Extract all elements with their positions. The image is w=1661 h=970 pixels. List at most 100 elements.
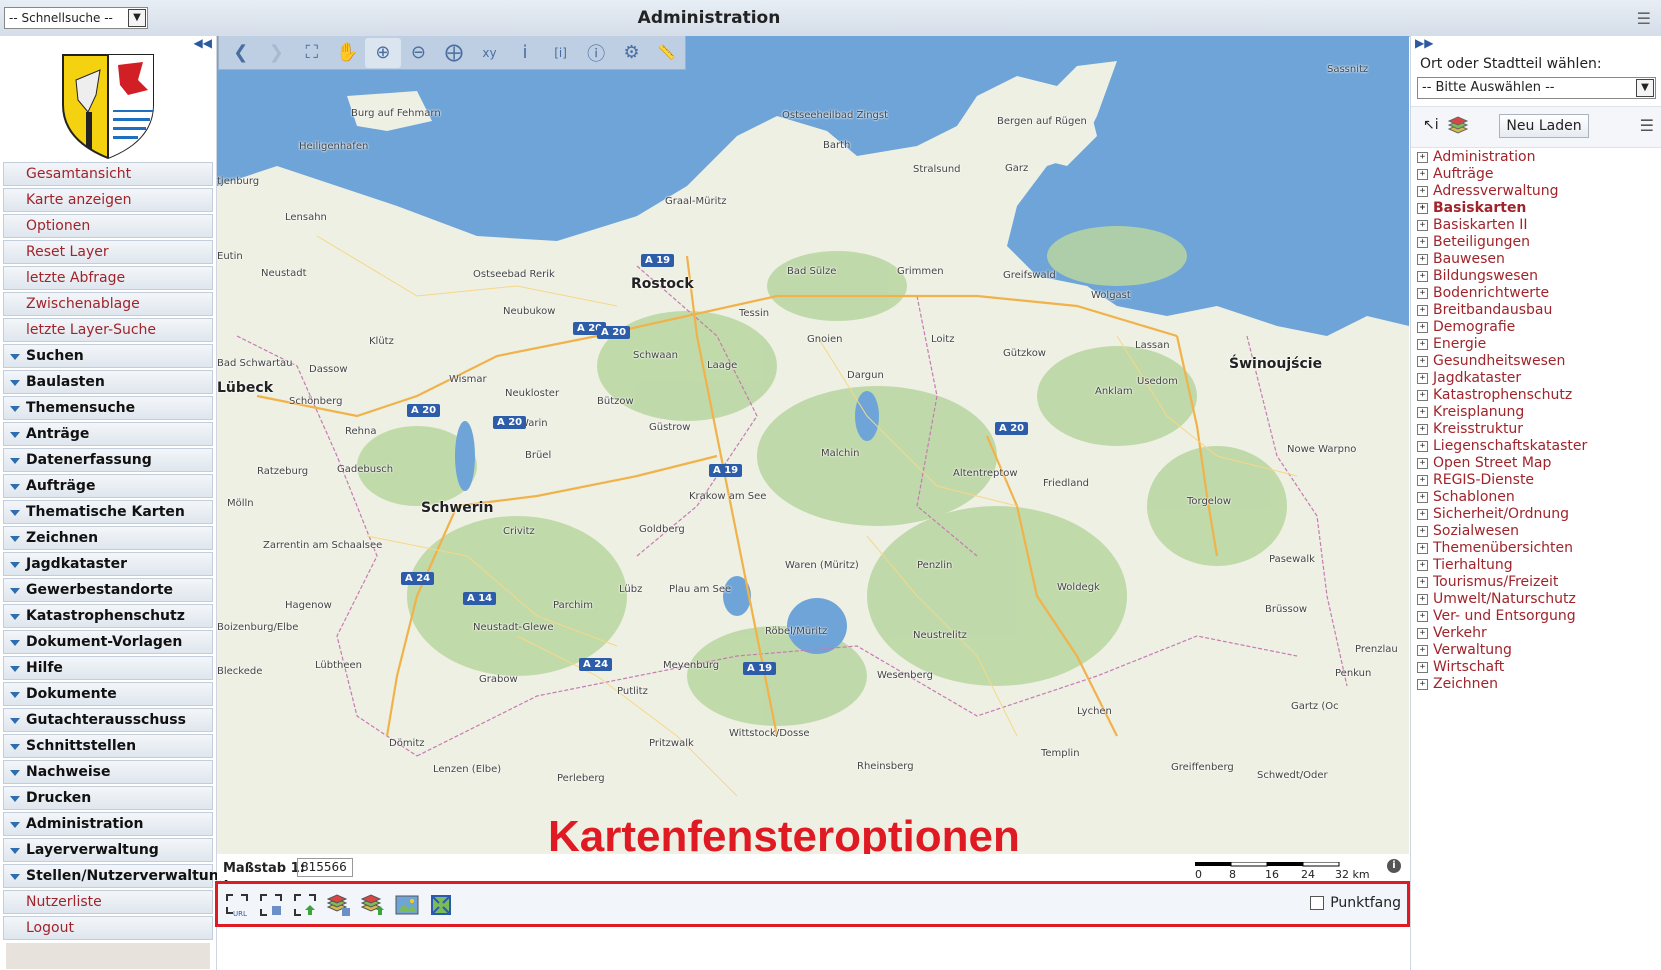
nav-item[interactable]: Nachweise: [3, 760, 213, 784]
save-layers-icon[interactable]: [326, 892, 352, 918]
expand-plus-icon[interactable]: +: [1417, 271, 1428, 282]
save-extent-icon[interactable]: [258, 892, 284, 918]
layer-group-item[interactable]: + Sozialwesen: [1417, 523, 1657, 540]
expand-plus-icon[interactable]: +: [1417, 679, 1428, 690]
nav-item[interactable]: Suchen: [3, 344, 213, 368]
hamburger-icon[interactable]: ☰: [1637, 9, 1651, 28]
layer-group-item[interactable]: + REGIS-Dienste: [1417, 472, 1657, 489]
expand-plus-icon[interactable]: +: [1417, 475, 1428, 486]
expand-plus-icon[interactable]: +: [1417, 322, 1428, 333]
expand-plus-icon[interactable]: +: [1417, 390, 1428, 401]
full-extent-icon[interactable]: ⛶: [294, 38, 330, 68]
load-extent-icon[interactable]: [292, 892, 318, 918]
nav-item[interactable]: Optionen: [3, 214, 213, 238]
info-box-icon[interactable]: [i]: [543, 38, 579, 68]
map-image-icon[interactable]: [394, 892, 420, 918]
layer-group-item[interactable]: + Zeichnen: [1417, 676, 1657, 693]
nav-item[interactable]: Thematische Karten: [3, 500, 213, 524]
expand-plus-icon[interactable]: +: [1417, 560, 1428, 571]
layer-group-item[interactable]: + Open Street Map: [1417, 455, 1657, 472]
nav-item[interactable]: Drucken: [3, 786, 213, 810]
layer-group-item[interactable]: + Jagdkataster: [1417, 370, 1657, 387]
forward-arrow-icon[interactable]: ❯: [259, 38, 295, 68]
expand-plus-icon[interactable]: +: [1417, 169, 1428, 180]
layer-group-item[interactable]: + Kreisplanung: [1417, 404, 1657, 421]
collapse-right-icon[interactable]: ▶▶: [1415, 36, 1433, 50]
coordinates-icon[interactable]: xy: [472, 38, 508, 68]
expand-plus-icon[interactable]: +: [1417, 237, 1428, 248]
layer-group-item[interactable]: + Schablonen: [1417, 489, 1657, 506]
zoom-in-icon[interactable]: ⊕: [365, 37, 401, 68]
layer-group-item[interactable]: + Themenübersichten: [1417, 540, 1657, 557]
nav-item[interactable]: Baulasten: [3, 370, 213, 394]
nav-item[interactable]: Layerverwaltung: [3, 838, 213, 862]
expand-plus-icon[interactable]: +: [1417, 203, 1428, 214]
recenter-icon[interactable]: ⨁: [436, 38, 472, 68]
expand-plus-icon[interactable]: +: [1417, 356, 1428, 367]
nav-item[interactable]: Themensuche: [3, 396, 213, 420]
nav-item[interactable]: Zwischenablage: [3, 292, 213, 316]
expand-plus-icon[interactable]: +: [1417, 543, 1428, 554]
layer-group-item[interactable]: + Demografie: [1417, 319, 1657, 336]
scale-input[interactable]: 815566: [297, 858, 353, 877]
nav-item[interactable]: Hilfe: [3, 656, 213, 680]
info-circle-icon[interactable]: ⓘ: [578, 38, 614, 68]
expand-plus-icon[interactable]: +: [1417, 441, 1428, 452]
expand-plus-icon[interactable]: +: [1417, 458, 1428, 469]
overview-minimap[interactable]: [6, 943, 210, 969]
layer-group-item[interactable]: + Energie: [1417, 336, 1657, 353]
layer-group-item[interactable]: + Katastrophenschutz: [1417, 387, 1657, 404]
layer-group-item[interactable]: + Liegenschaftskataster: [1417, 438, 1657, 455]
nav-item[interactable]: Dokument-Vorlagen: [3, 630, 213, 654]
layer-group-item[interactable]: + Ver- und Entsorgung: [1417, 608, 1657, 625]
nav-item[interactable]: Nutzerliste: [3, 890, 213, 914]
nav-item[interactable]: Stellen/Nutzerverwaltung: [3, 864, 229, 888]
nav-item[interactable]: Karte anzeigen: [3, 188, 213, 212]
pointer-info-icon[interactable]: ↖i: [1423, 117, 1439, 133]
url-extent-icon[interactable]: URL: [224, 892, 250, 918]
pan-hand-icon[interactable]: ✋: [330, 38, 366, 68]
reload-button[interactable]: Neu Laden: [1499, 114, 1589, 138]
layer-group-item[interactable]: + Basiskarten II: [1417, 217, 1657, 234]
layer-group-item[interactable]: + Beteiligungen: [1417, 234, 1657, 251]
nav-item[interactable]: Dokumente Katasteramt: [3, 682, 213, 724]
expand-plus-icon[interactable]: +: [1417, 407, 1428, 418]
expand-plus-icon[interactable]: +: [1417, 305, 1428, 316]
nav-item[interactable]: Aufträge: [3, 474, 213, 498]
layers-icon[interactable]: [1447, 115, 1469, 137]
expand-plus-icon[interactable]: +: [1417, 152, 1428, 163]
nav-item[interactable]: Reset Layer: [3, 240, 213, 264]
layer-group-item[interactable]: + Sicherheit/Ordnung: [1417, 506, 1657, 523]
expand-plus-icon[interactable]: +: [1417, 339, 1428, 350]
punktfang-checkbox[interactable]: Punktfang: [1310, 895, 1401, 911]
nav-item[interactable]: Jagdkataster: [3, 552, 213, 576]
layer-group-item[interactable]: + Umwelt/Naturschutz: [1417, 591, 1657, 608]
zoom-out-icon[interactable]: ⊖: [401, 38, 437, 68]
expand-plus-icon[interactable]: +: [1417, 424, 1428, 435]
info-icon[interactable]: i: [507, 38, 543, 68]
expand-plus-icon[interactable]: +: [1417, 526, 1428, 537]
hamburger-icon[interactable]: ☰: [1640, 116, 1654, 135]
layer-group-item[interactable]: + Bodenrichtwerte: [1417, 285, 1657, 302]
nav-item[interactable]: letzte Layer-Suche: [3, 318, 213, 342]
layer-group-item[interactable]: + Tourismus/Freizeit: [1417, 574, 1657, 591]
back-arrow-icon[interactable]: ❮: [223, 38, 259, 68]
layer-group-item[interactable]: + Tierhaltung: [1417, 557, 1657, 574]
nav-item[interactable]: Administration: [3, 812, 213, 836]
info-icon[interactable]: i: [1387, 859, 1401, 873]
expand-plus-icon[interactable]: +: [1417, 509, 1428, 520]
expand-plus-icon[interactable]: +: [1417, 611, 1428, 622]
nav-item[interactable]: Gewerbestandorte: [3, 578, 213, 602]
ruler-icon[interactable]: 📏: [649, 38, 685, 68]
nav-item[interactable]: Datenerfassung: [3, 448, 213, 472]
expand-plus-icon[interactable]: +: [1417, 628, 1428, 639]
layer-group-item[interactable]: + Administration: [1417, 149, 1657, 166]
layer-group-item[interactable]: + Bauwesen: [1417, 251, 1657, 268]
expand-plus-icon[interactable]: +: [1417, 662, 1428, 673]
nav-item[interactable]: Gutachterausschuss: [3, 708, 213, 732]
expand-plus-icon[interactable]: +: [1417, 492, 1428, 503]
layer-group-item[interactable]: + Gesundheitswesen: [1417, 353, 1657, 370]
nav-item[interactable]: Anträge: [3, 422, 213, 446]
nav-item[interactable]: Katastrophenschutz: [3, 604, 213, 628]
nav-item[interactable]: Gesamtansicht: [3, 162, 213, 186]
